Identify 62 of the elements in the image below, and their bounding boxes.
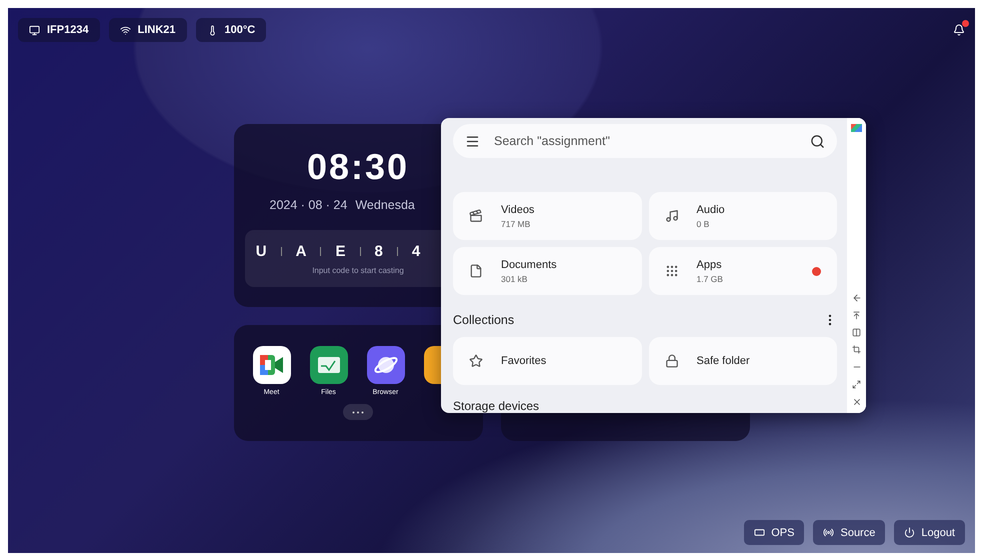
power-icon (904, 527, 916, 538)
app-icon[interactable] (252, 346, 290, 384)
section-title: Storage devices (453, 399, 540, 413)
category-name: Documents (501, 258, 557, 270)
split-view-icon[interactable] (852, 328, 861, 337)
collection-name: Favorites (501, 355, 546, 367)
clock-time: 08:30 (306, 146, 410, 188)
collection-name: Safe folder (696, 355, 750, 367)
expand-icon[interactable] (852, 380, 861, 389)
cast-hint: Input code to start casting (312, 266, 404, 274)
section-title: Collections (453, 313, 514, 327)
category-size: 0 B (696, 218, 710, 228)
dock-button[interactable]: OPS (744, 520, 804, 545)
folder-chart-icon (316, 356, 340, 374)
collection-tile[interactable]: Safe folder (648, 337, 837, 385)
category-tile[interactable]: Audio 0 B (648, 192, 837, 240)
category-size: 717 MB (501, 218, 532, 228)
broadcast-icon (823, 527, 834, 538)
collection-tile[interactable]: Favorites (453, 337, 642, 385)
code-character: 8 (374, 242, 383, 260)
code-character: 4 (412, 242, 420, 260)
pin-top-icon[interactable] (852, 311, 861, 320)
app-icon[interactable] (366, 346, 404, 384)
category-name: Audio (696, 204, 725, 216)
category-tile[interactable]: Documents 301 kB (453, 247, 642, 295)
dock-button[interactable]: Logout (894, 520, 965, 545)
category-tile[interactable]: Apps 1.7 GB (648, 247, 837, 295)
clapperboard-icon (469, 209, 483, 223)
category-size: 301 kB (501, 274, 528, 284)
wifi-icon (120, 24, 131, 36)
dots-icon (352, 411, 364, 414)
status-chip: IFP1234 (18, 18, 100, 42)
more-apps-button[interactable] (343, 404, 373, 420)
dock-button[interactable]: Source (813, 520, 886, 545)
display-icon (29, 24, 40, 36)
star-icon (469, 354, 483, 368)
code-character: A (296, 242, 306, 260)
app-icon[interactable] (310, 346, 348, 384)
code-character: U (256, 242, 267, 260)
search-icon[interactable] (810, 134, 825, 148)
category-name: Videos (501, 204, 534, 216)
crop-icon[interactable] (852, 345, 861, 354)
back-arrow-icon[interactable] (852, 293, 862, 303)
menu-icon[interactable] (465, 134, 480, 148)
close-icon[interactable] (852, 397, 862, 407)
status-chip: 100°C (196, 18, 266, 42)
app-thumbnail-icon (851, 124, 862, 132)
document-icon (469, 264, 483, 278)
category-tile[interactable]: Videos 717 MB (453, 192, 642, 240)
video-camera-icon (260, 355, 284, 375)
clock-weekday: Wednesda (355, 198, 415, 212)
clock-date: 2024 · 08 · 24 (270, 198, 348, 212)
lock-icon (664, 354, 678, 368)
music-note-icon (664, 209, 678, 223)
grid-icon (664, 264, 678, 278)
code-character: E (335, 242, 346, 260)
ops-icon (754, 527, 766, 538)
search-bar[interactable]: Search "assignment" (453, 124, 837, 158)
status-chip: LINK21 (108, 18, 186, 42)
category-name: Apps (696, 258, 723, 270)
category-size: 1.7 GB (696, 274, 723, 284)
search-field[interactable]: Search "assignment" (492, 133, 798, 149)
